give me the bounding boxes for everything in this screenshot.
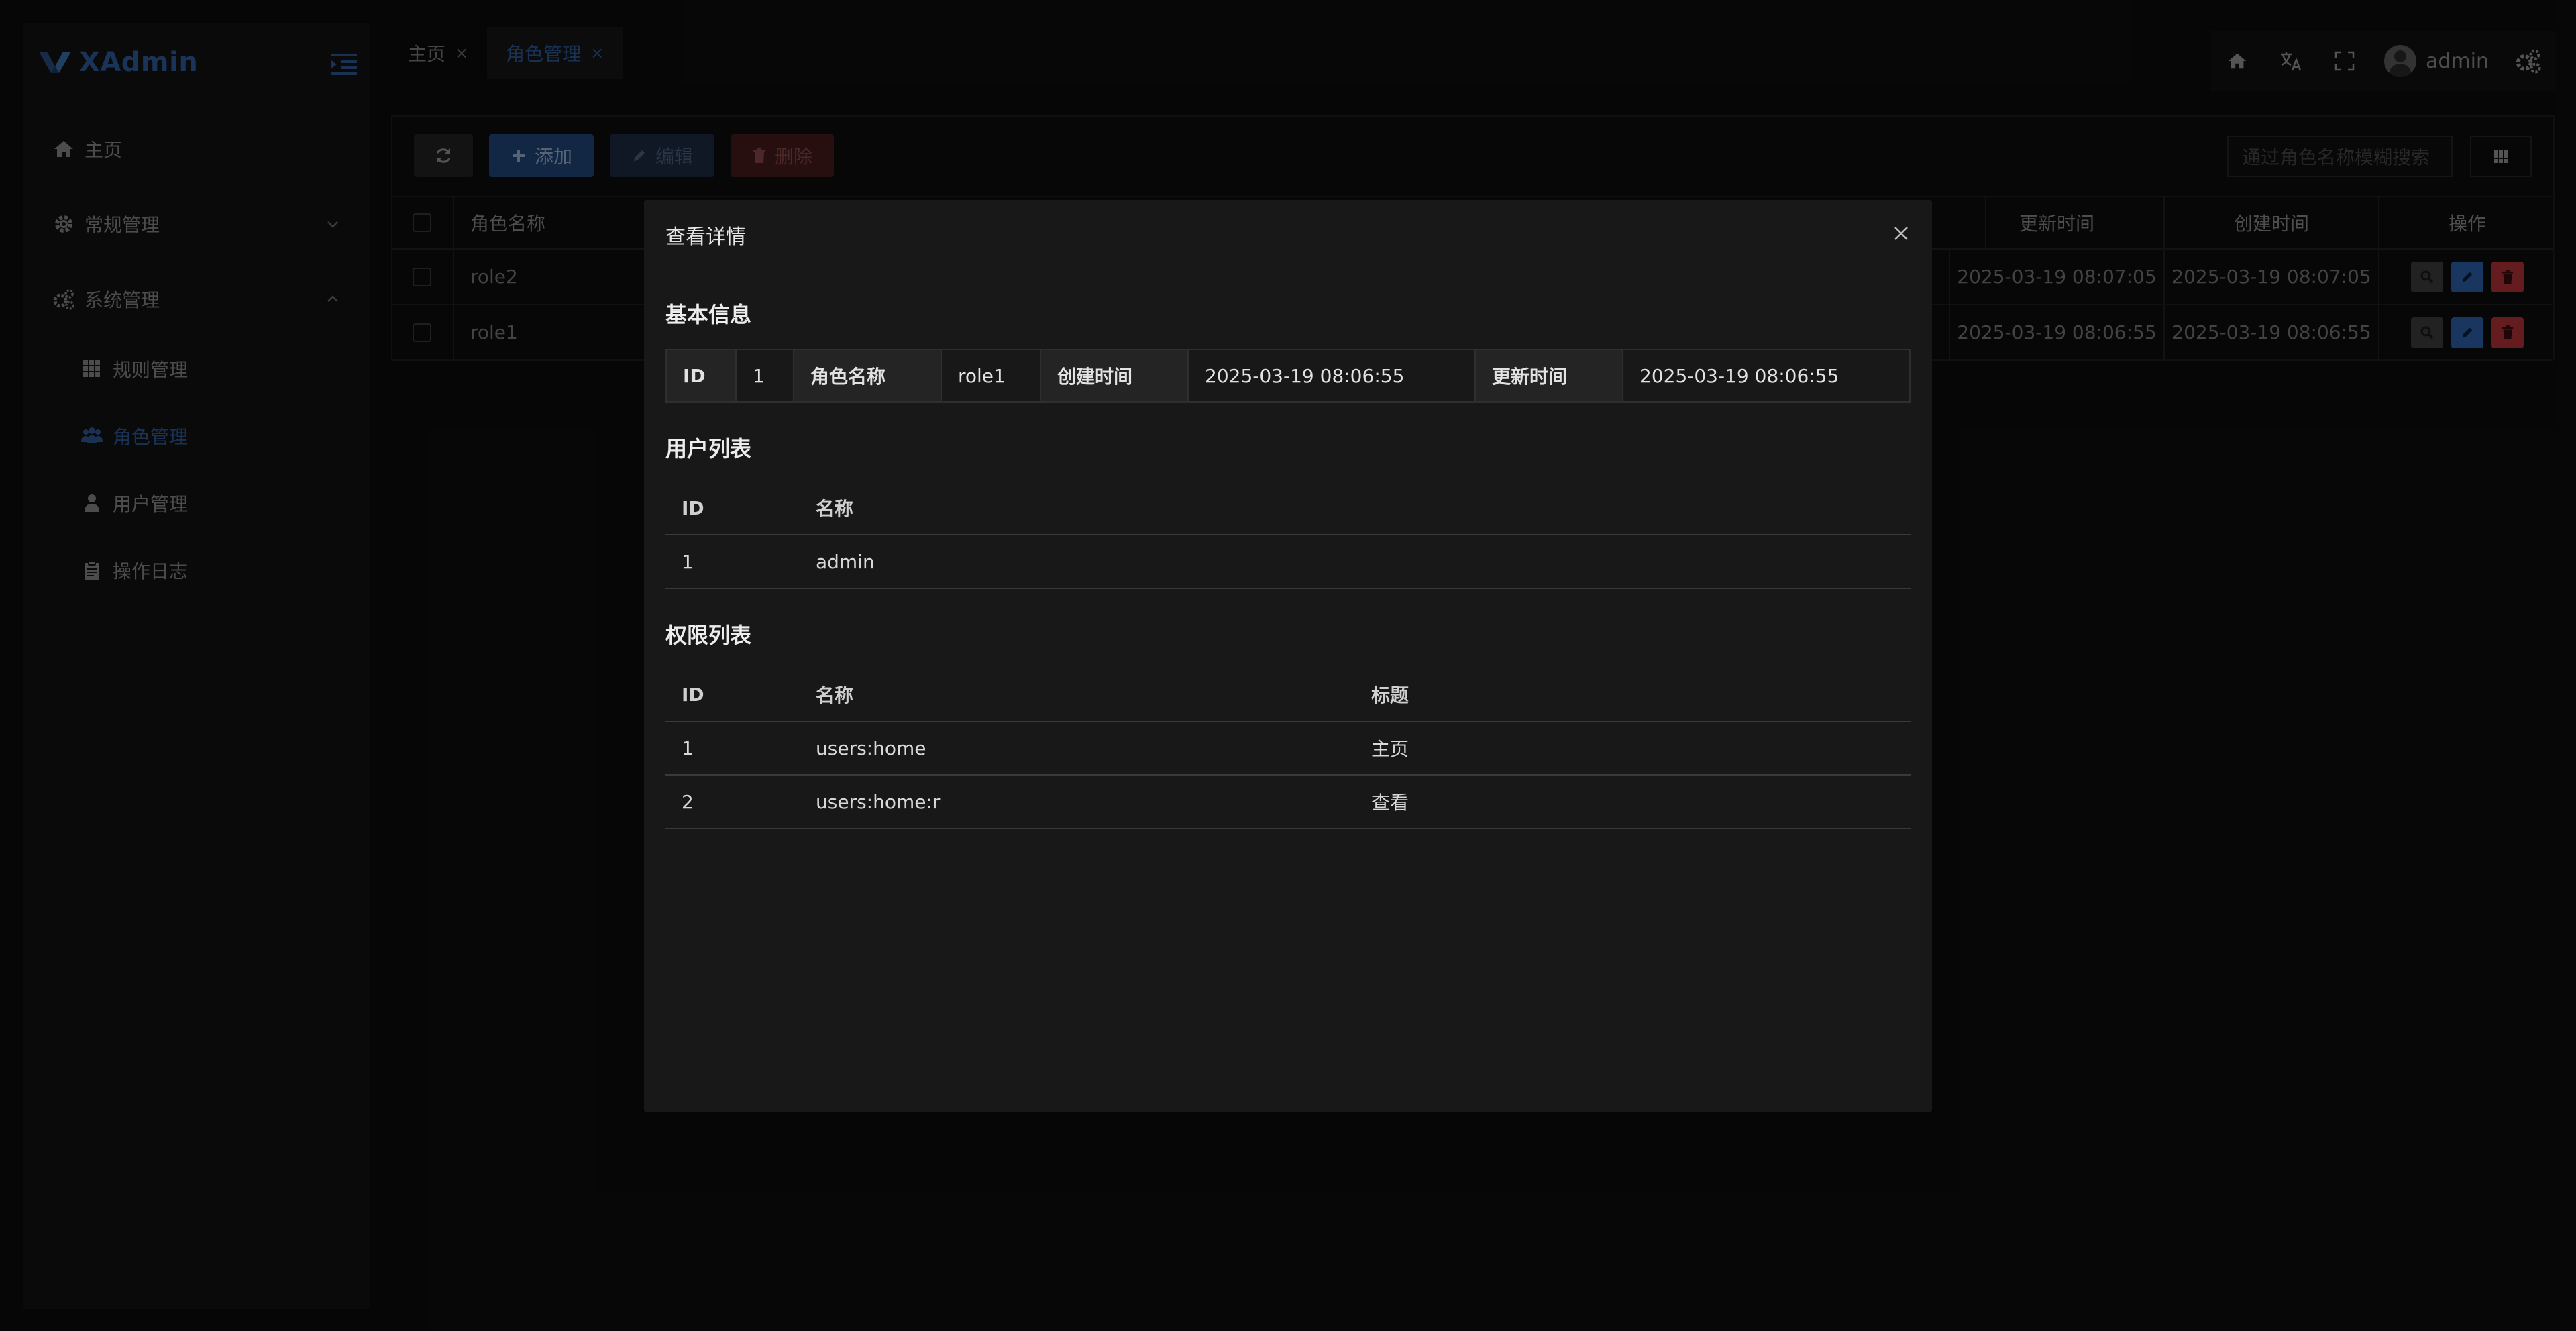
close-icon[interactable]	[1892, 224, 1911, 243]
permissions-table-header: ID 名称 标题	[665, 668, 1911, 722]
header-title: 标题	[1371, 684, 1409, 706]
value-id: 1	[737, 350, 794, 401]
cell-id: 2	[682, 790, 694, 813]
users-table-header: ID 名称	[665, 482, 1911, 535]
header-id: ID	[682, 496, 704, 519]
cell-name: users:home	[816, 737, 926, 759]
label-role-name: 角色名称	[794, 350, 942, 401]
cell-title: 主页	[1371, 738, 1409, 760]
section-title-users: 用户列表	[665, 436, 752, 462]
value-created: 2025-03-19 08:06:55	[1189, 350, 1476, 401]
section-title-permissions: 权限列表	[665, 623, 752, 648]
permissions-table: ID 名称 标题 1 users:home 主页 2 users:home:r …	[665, 668, 1911, 829]
header-id: ID	[682, 683, 704, 706]
value-role-name: role1	[942, 350, 1041, 401]
table-row: 1 users:home 主页	[665, 722, 1911, 776]
cell-id: 1	[682, 737, 694, 759]
basic-info-table: ID 1 角色名称 role1 创建时间 2025-03-19 08:06:55…	[665, 349, 1911, 403]
table-row: 2 users:home:r 查看	[665, 776, 1911, 829]
section-title-basic: 基本信息	[665, 302, 752, 327]
cell-name: users:home:r	[816, 790, 941, 813]
cell-id: 1	[682, 550, 694, 573]
header-name: 名称	[816, 498, 854, 520]
header-name: 名称	[816, 684, 854, 706]
label-id: ID	[667, 350, 737, 401]
value-updated: 2025-03-19 08:06:55	[1640, 364, 1839, 387]
users-table: ID 名称 1 admin	[665, 482, 1911, 589]
cell-title: 查看	[1371, 792, 1409, 814]
label-updated: 更新时间	[1476, 350, 1623, 401]
table-row: 1 admin	[665, 535, 1911, 589]
detail-modal: 查看详情 基本信息 ID 1 角色名称 role1 创建时间 2025-03-1…	[644, 200, 1932, 1112]
cell-name: admin	[816, 550, 875, 573]
modal-title: 查看详情	[665, 225, 746, 249]
label-created: 创建时间	[1041, 350, 1189, 401]
